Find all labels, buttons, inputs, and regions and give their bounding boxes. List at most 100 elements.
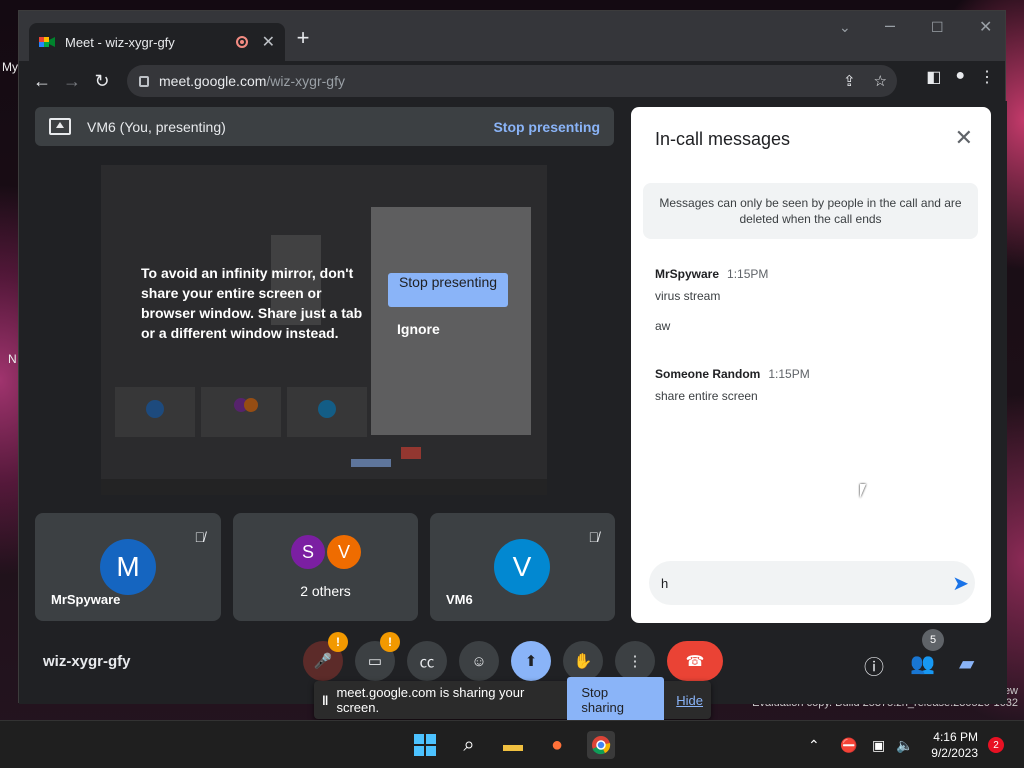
participant-name: MrSpyware [51,592,121,607]
taskbar: ⌕ ▬ ● ⌃ ⛔ ▣ 🔈 4:16 PM 9/2/2023 2 [0,720,1024,768]
mic-off-icon: 🎙̸ [194,529,206,545]
reload-icon[interactable]: ↻ [87,66,117,96]
in-call-messages-panel: In-call messages ✕ Messages can only be … [631,107,991,623]
sharing-text: meet.google.com is sharing your screen. [336,685,525,715]
mouse-cursor-icon [860,484,872,498]
message-text: aw [655,319,671,333]
back-icon[interactable]: ← [27,66,57,96]
clock-date: 9/2/2023 [931,746,978,760]
screen-sharing-bar: ‖ meet.google.com is sharing your screen… [314,677,711,723]
address-input[interactable]: meet.google.com/wiz-xygr-gfy ⇪ ☆ [127,65,897,97]
more-options-button[interactable]: ⋮ [615,641,655,681]
stop-sharing-button[interactable]: Stop sharing [567,677,665,723]
mic-off-icon: 🎤 [313,653,333,670]
sender-name: MrSpyware [655,267,720,281]
chrome-logo-icon [592,736,611,755]
sender-name: Someone Random [655,367,761,381]
share-icon[interactable]: ⇪ [843,72,856,90]
present-button[interactable]: ⬆ [511,641,551,681]
lock-icon [139,75,149,87]
chrome-icon[interactable] [587,731,615,759]
captions-icon: ㏄ [419,653,435,671]
search-icon[interactable]: ⌕ [455,731,483,759]
hang-up-icon: ☎ [685,653,705,670]
tab-strip: Meet - wiz-xygr-gfy ✕ + ⌄ – ☐ ✕ [19,11,1005,61]
present-screen-icon: ⬆ [524,653,538,670]
message-sender: Someone Random 1:15PM [655,367,810,381]
participant-name: 2 others [300,583,351,599]
address-bar-row: ← → ↻ meet.google.com/wiz-xygr-gfy ⇪ ☆ ◧… [19,61,1005,101]
emoji-button[interactable]: ☺ [459,641,499,681]
start-button[interactable] [411,731,439,759]
leave-call-button[interactable]: ☎ [667,641,723,681]
overlay-stop-presenting-button[interactable]: Stop presenting [388,273,508,307]
avatar: V [494,539,550,595]
chat-icon[interactable]: ▰ [959,651,974,676]
meeting-code: wiz-xygr-gfy [43,653,131,670]
hand-icon: ✋ [573,653,593,670]
network-off-icon[interactable]: ⛔ [840,737,857,754]
desktop-icon-label[interactable]: My [2,60,18,74]
raise-hand-button[interactable]: ✋ [563,641,603,681]
meeting-info-icon[interactable]: ⓘ [864,651,884,680]
side-panel-icon[interactable]: ◧ [926,67,941,87]
present-screen-icon [49,118,71,135]
message-text: virus stream [655,289,721,303]
recording-icon [235,36,248,48]
desktop-icon-label[interactable]: N [8,352,17,366]
maximize-icon[interactable]: ☐ [931,19,944,36]
more-vert-icon: ⋮ [627,653,643,670]
url-path: /wiz-xygr-gfy [266,73,345,89]
presenting-title: VM6 (You, presenting) [87,118,226,135]
message-text: share entire screen [655,389,758,403]
people-icon[interactable]: 👥 [910,651,935,676]
privacy-note: Messages can only be seen by people in t… [643,183,978,239]
avatar: V [327,535,361,569]
system-clock[interactable]: 4:16 PM 9/2/2023 [931,729,978,761]
stop-presenting-link[interactable]: Stop presenting [493,119,600,135]
tab-title: Meet - wiz-xygr-gfy [65,34,175,50]
participant-tile-mrspyware[interactable]: M 🎙̸ MrSpyware [35,513,221,621]
chevron-up-icon[interactable]: ⌃ [808,737,820,754]
close-window-icon[interactable]: ✕ [979,17,992,37]
send-icon[interactable]: ➤ [952,571,969,596]
avatar: S [291,535,325,569]
avatar: M [100,539,156,595]
captions-button[interactable]: ㏄ [407,641,447,681]
url-host: meet.google.com [159,73,267,89]
tab-search-icon[interactable]: ⌄ [839,19,851,36]
mic-off-icon: 🎙̸ [588,529,600,545]
bookmark-star-icon[interactable]: ☆ [874,72,887,90]
infinity-mirror-warning: To avoid an infinity mirror, don't share… [141,265,363,341]
minimize-icon[interactable]: – [885,15,895,36]
browser-window: Meet - wiz-xygr-gfy ✕ + ⌄ – ☐ ✕ ← → ↻ me… [18,10,1007,723]
message-input[interactable]: h [649,561,975,605]
new-tab-button[interactable]: + [289,25,317,51]
message-time: 1:15PM [727,267,769,281]
hide-sharing-bar-link[interactable]: Hide [676,693,703,708]
notification-badge[interactable]: 2 [988,737,1004,753]
volume-icon[interactable]: 🔈 [896,737,913,754]
drag-handle-icon[interactable]: ‖ [322,693,328,708]
firefox-icon[interactable]: ● [543,731,571,759]
profile-icon[interactable]: ● [955,67,965,87]
meet-favicon-icon [39,37,55,47]
tab-meet[interactable]: Meet - wiz-xygr-gfy ✕ [29,23,285,61]
participant-tile-vm6[interactable]: V 🎙̸ VM6 [430,513,615,621]
tab-close-icon[interactable]: ✕ [262,32,275,52]
participant-tile-others[interactable]: S V 2 others [233,513,418,621]
close-icon[interactable]: ✕ [955,125,973,151]
mic-warning-badge: ! [328,632,348,652]
forward-icon[interactable]: → [57,66,87,96]
camera-off-icon: ▭ [367,653,383,670]
display-icon[interactable]: ▣ [872,737,885,754]
clock-time: 4:16 PM [933,730,978,744]
panel-title: In-call messages [655,129,791,149]
message-sender: MrSpyware 1:15PM [655,267,768,281]
message-input-value: h [661,575,669,591]
menu-icon[interactable]: ⋮ [979,67,995,87]
file-explorer-icon[interactable]: ▬ [499,731,527,759]
overlay-ignore-button[interactable]: Ignore [397,321,440,337]
camera-warning-badge: ! [380,632,400,652]
emoji-icon: ☺ [471,652,487,670]
